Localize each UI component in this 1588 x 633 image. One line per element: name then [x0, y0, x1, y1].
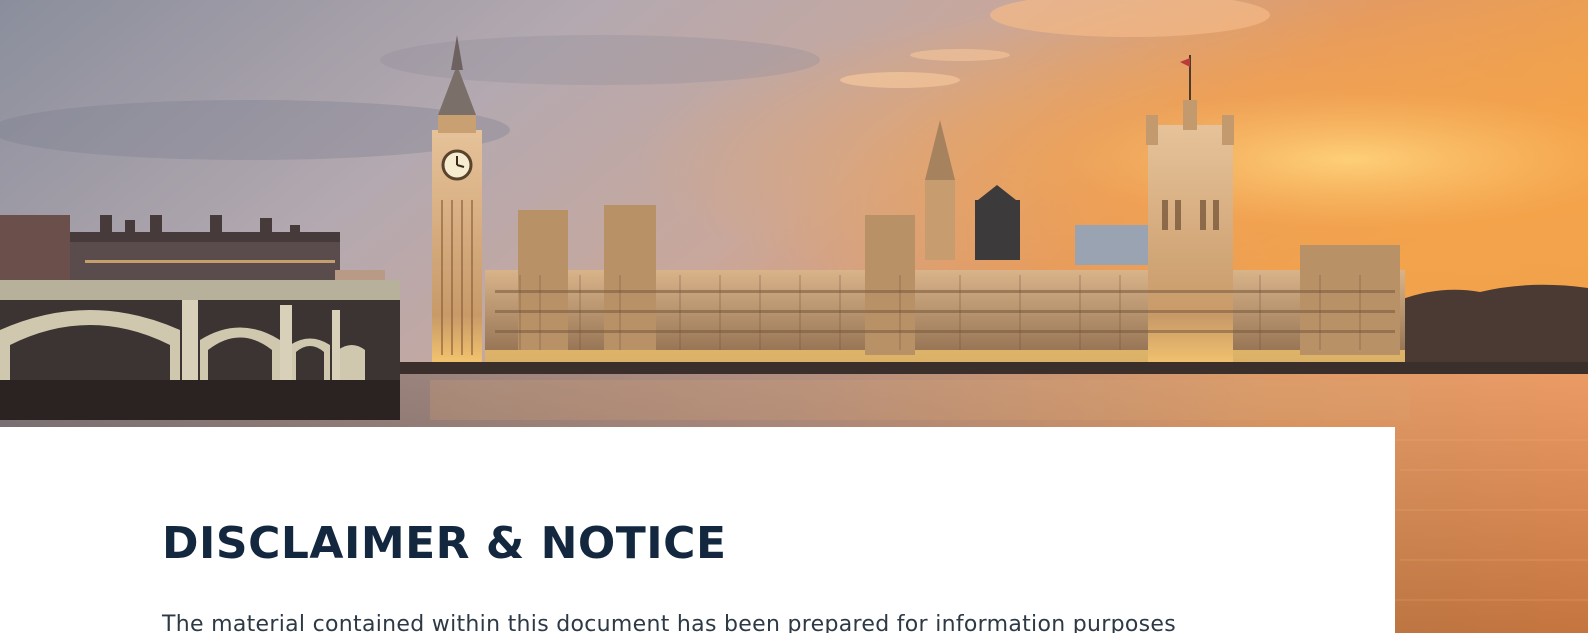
disclaimer-intro-text: The material contained within this docum…	[162, 612, 1176, 633]
disclaimer-content-card: DISCLAIMER & NOTICE The material contain…	[0, 427, 1395, 633]
page-title: DISCLAIMER & NOTICE	[162, 518, 727, 569]
